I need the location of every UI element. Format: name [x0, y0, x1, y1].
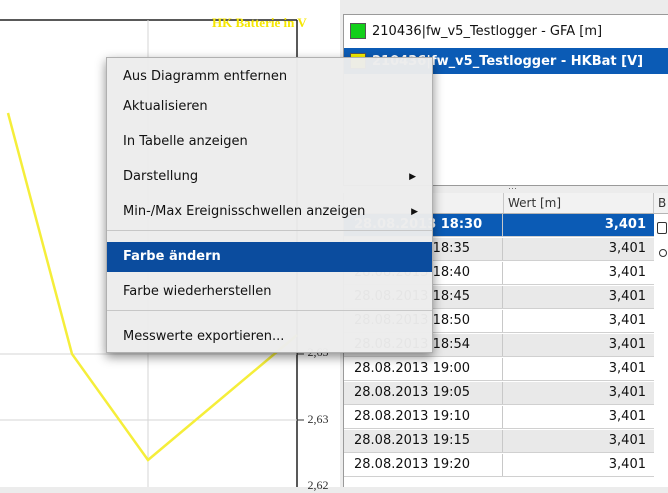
legend-item-gfa[interactable]: 210436|fw_v5_Testlogger - GFA [m]	[344, 18, 668, 44]
table-row[interactable]: 28.08.2013 19:10 3,401	[344, 406, 654, 429]
menu-item-label: In Tabelle anzeigen	[123, 134, 248, 149]
y-tick-label: 2,63	[307, 412, 329, 426]
cell-value: 3,401	[608, 433, 646, 448]
cell-timestamp: 28.08.2013 19:15	[344, 430, 503, 452]
cell-value: 3,401	[608, 289, 646, 304]
menu-item-display[interactable]: Darstellung ▶	[107, 162, 432, 192]
cell-timestamp: 28.08.2013 19:20	[344, 454, 503, 476]
cell-timestamp: 28.08.2013 19:05	[344, 382, 503, 404]
cell-value: 3,401	[608, 409, 646, 424]
cell-value: 3,401	[608, 361, 646, 376]
menu-item-label: Min-/Max Ereignisschwellen anzeigen	[123, 204, 366, 219]
submenu-arrow-icon: ▶	[411, 207, 418, 217]
cell-value: 3,401	[604, 217, 646, 232]
menu-item-show-in-table[interactable]: In Tabelle anzeigen	[107, 127, 432, 157]
menu-item-label: Darstellung	[123, 169, 199, 184]
menu-item-export-values[interactable]: Messwerte exportieren...	[107, 322, 432, 352]
table-row[interactable]: 28.08.2013 19:20 3,401	[344, 454, 654, 477]
table-row[interactable]: 28.08.2013 19:15 3,401	[344, 430, 654, 453]
menu-item-label: Aus Diagramm entfernen	[123, 69, 288, 84]
menu-item-label: Messwerte exportieren...	[123, 329, 285, 344]
color-swatch-icon	[350, 23, 366, 39]
menu-item-label: Farbe wiederherstellen	[123, 284, 272, 299]
chart-title: HK Batterie in V	[212, 15, 307, 30]
menu-item-change-color[interactable]: Farbe ändern	[107, 242, 432, 272]
context-menu: Aus Diagramm entfernen Aktualisieren In Ta…	[106, 57, 433, 353]
menu-item-refresh[interactable]: Aktualisieren	[107, 92, 432, 122]
menu-item-restore-color[interactable]: Farbe wiederherstellen	[107, 277, 432, 307]
legend-item-label: 210436|fw_v5_Testlogger - GFA [m]	[372, 23, 603, 39]
table-row[interactable]: 28.08.2013 19:00 3,401	[344, 358, 654, 381]
cell-value: 3,401	[608, 313, 646, 328]
cell-value: 3,401	[608, 457, 646, 472]
cell-value: 3,401	[608, 385, 646, 400]
menu-separator	[107, 310, 432, 311]
cell-value: 3,401	[608, 265, 646, 280]
column-header-value[interactable]: Wert [m]	[504, 193, 654, 213]
menu-separator	[107, 230, 432, 231]
table-row[interactable]: 28.08.2013 19:05 3,401	[344, 382, 654, 405]
cell-timestamp: 28.08.2013 19:10	[344, 406, 503, 428]
radio-icon[interactable]	[659, 249, 667, 257]
cell-value: 3,401	[608, 337, 646, 352]
y-tick-label: 2,62	[307, 478, 329, 492]
cell-timestamp: 28.08.2013 19:00	[344, 358, 503, 380]
submenu-arrow-icon: ▶	[409, 172, 416, 182]
menu-item-label: Farbe ändern	[123, 249, 221, 264]
menu-item-remove-from-chart[interactable]: Aus Diagramm entfernen	[107, 62, 432, 92]
cell-value: 3,401	[608, 241, 646, 256]
column-header-extra[interactable]: B	[654, 193, 668, 213]
menu-item-label: Aktualisieren	[123, 99, 208, 114]
checkbox-icon[interactable]	[657, 222, 667, 234]
menu-item-event-thresholds[interactable]: Min-/Max Ereignisschwellen anzeigen ▶	[107, 197, 432, 227]
